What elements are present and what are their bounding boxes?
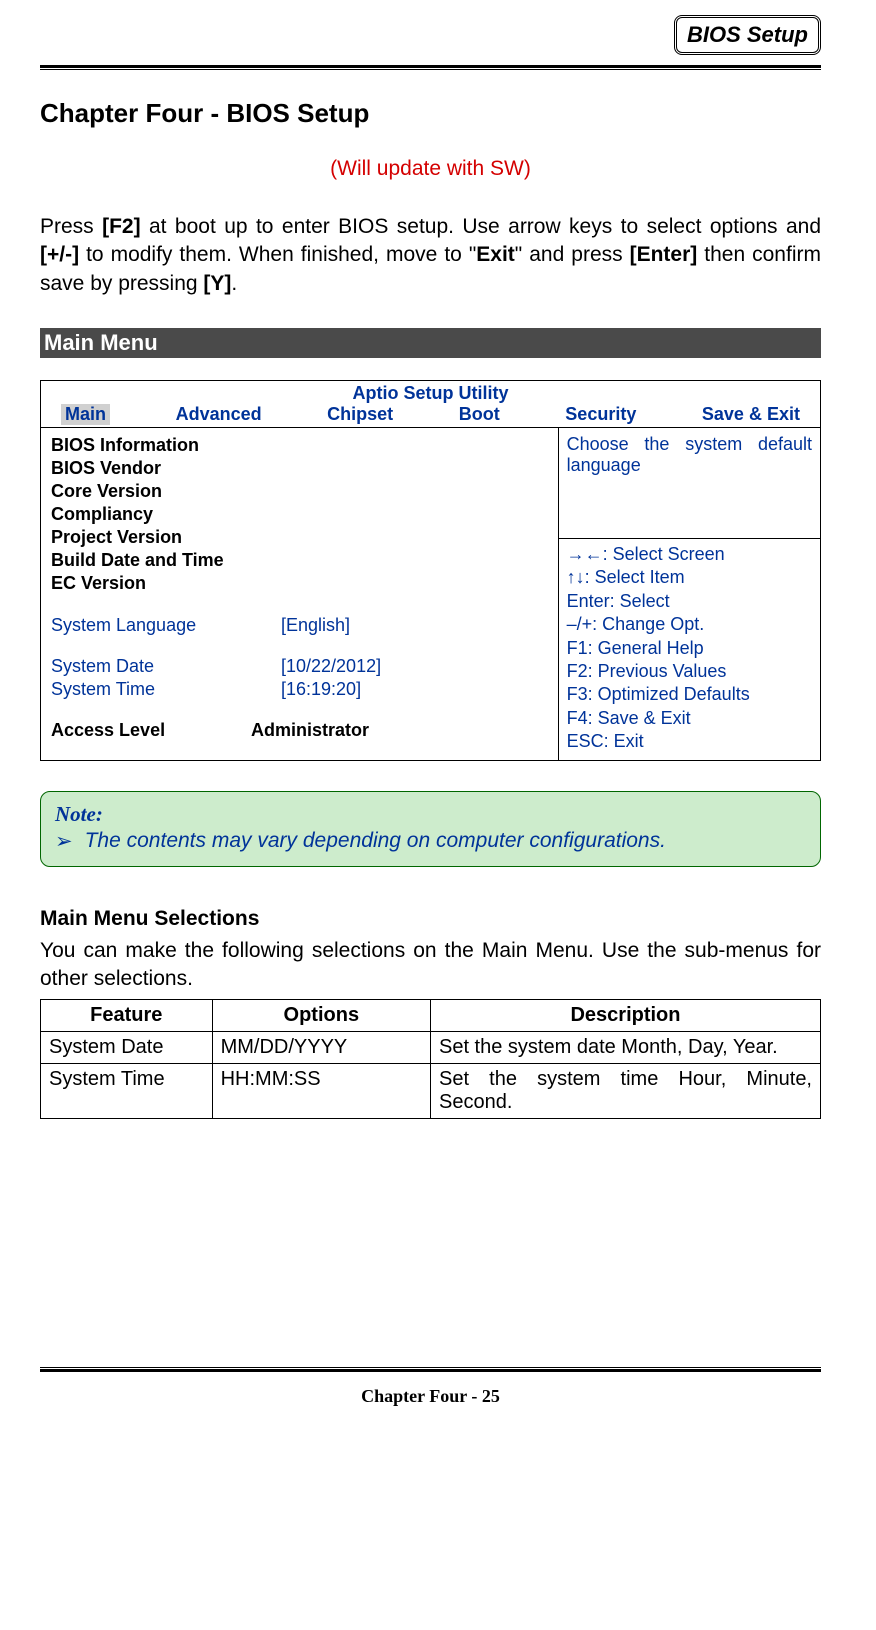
bios-field-date[interactable]: System Date [10/22/2012] bbox=[51, 656, 548, 677]
bios-info-list: BIOS Information BIOS Vendor Core Versio… bbox=[51, 434, 548, 595]
field-value: [10/22/2012] bbox=[281, 656, 381, 677]
field-label: System Date bbox=[51, 656, 281, 677]
chapter-title: Chapter Four - BIOS Setup bbox=[40, 98, 821, 129]
key-line: ↑↓: Select Item bbox=[567, 566, 812, 589]
update-note: (Will update with SW) bbox=[40, 157, 821, 181]
selections-heading: Main Menu Selections bbox=[40, 907, 821, 931]
bios-help-text: Choose the system default language bbox=[559, 428, 820, 538]
cell-description: Set the system date Month, Day, Year. bbox=[430, 1032, 820, 1064]
bios-info-line: Core Version bbox=[51, 480, 548, 503]
tab-main[interactable]: Main bbox=[61, 404, 110, 425]
bios-info-line: Project Version bbox=[51, 526, 548, 549]
cell-feature: System Date bbox=[41, 1032, 213, 1064]
table-header-row: Feature Options Description bbox=[41, 1000, 821, 1032]
bios-key-help: →←: Select Screen ↑↓: Select Item Enter:… bbox=[559, 538, 820, 760]
bios-info-line: Compliancy bbox=[51, 503, 548, 526]
bios-left-pane: BIOS Information BIOS Vendor Core Versio… bbox=[41, 428, 558, 760]
footer-rule bbox=[40, 1367, 821, 1372]
key-line: ESC: Exit bbox=[567, 730, 812, 753]
cell-options: HH:MM:SS bbox=[212, 1064, 430, 1119]
bios-field-time[interactable]: System Time [16:19:20] bbox=[51, 679, 548, 700]
table-row: System Date MM/DD/YYYY Set the system da… bbox=[41, 1032, 821, 1064]
bios-info-line: BIOS Information bbox=[51, 434, 548, 457]
tab-boot[interactable]: Boot bbox=[459, 404, 500, 425]
col-description: Description bbox=[430, 1000, 820, 1032]
key-line: Enter: Select bbox=[567, 590, 812, 613]
bios-field-language[interactable]: System Language [English] bbox=[51, 615, 548, 636]
key-line: –/+: Change Opt. bbox=[567, 613, 812, 636]
bios-right-pane: Choose the system default language →←: S… bbox=[558, 428, 820, 760]
chevron-right-icon: ➢ bbox=[55, 829, 73, 854]
cell-description: Set the system time Hour, Minute, Second… bbox=[430, 1064, 820, 1119]
key-line: →←: Select Screen bbox=[567, 543, 812, 566]
header-badge-row: BIOS Setup bbox=[40, 15, 821, 55]
col-feature: Feature bbox=[41, 1000, 213, 1032]
field-label: System Language bbox=[51, 615, 281, 636]
bios-info-line: EC Version bbox=[51, 572, 548, 595]
selections-table: Feature Options Description System Date … bbox=[40, 999, 821, 1119]
field-value: [English] bbox=[281, 615, 350, 636]
section-main-menu: Main Menu bbox=[40, 328, 821, 358]
bios-utility-title: Aptio Setup Utility bbox=[41, 381, 820, 404]
key-line: F4: Save & Exit bbox=[567, 707, 812, 730]
field-value: Administrator bbox=[251, 720, 369, 741]
note-box: Note: ➢ The contents may vary depending … bbox=[40, 791, 821, 867]
cell-options: MM/DD/YYYY bbox=[212, 1032, 430, 1064]
table-row: System Time HH:MM:SS Set the system time… bbox=[41, 1064, 821, 1119]
note-title: Note: bbox=[55, 802, 806, 827]
bios-tabs: Main Advanced Chipset Boot Security Save… bbox=[41, 404, 820, 428]
selections-intro: You can make the following selections on… bbox=[40, 937, 821, 994]
key-line: F1: General Help bbox=[567, 637, 812, 660]
field-value: [16:19:20] bbox=[281, 679, 361, 700]
field-label: System Time bbox=[51, 679, 281, 700]
header-rule bbox=[40, 65, 821, 70]
tab-chipset[interactable]: Chipset bbox=[327, 404, 393, 425]
page-footer: Chapter Four - 25 bbox=[40, 1386, 821, 1407]
tab-save-exit[interactable]: Save & Exit bbox=[702, 404, 800, 425]
note-text: The contents may vary depending on compu… bbox=[85, 829, 666, 853]
key-line: F3: Optimized Defaults bbox=[567, 683, 812, 706]
key-line: F2: Previous Values bbox=[567, 660, 812, 683]
field-label: Access Level bbox=[51, 720, 251, 741]
col-options: Options bbox=[212, 1000, 430, 1032]
tab-advanced[interactable]: Advanced bbox=[176, 404, 262, 425]
bios-screen: Aptio Setup Utility Main Advanced Chipse… bbox=[40, 380, 821, 761]
bios-field-access: Access Level Administrator bbox=[51, 720, 548, 741]
cell-feature: System Time bbox=[41, 1064, 213, 1119]
bios-info-line: Build Date and Time bbox=[51, 549, 548, 572]
intro-paragraph: Press [F2] at boot up to enter BIOS setu… bbox=[40, 213, 821, 298]
bios-info-line: BIOS Vendor bbox=[51, 457, 548, 480]
tab-security[interactable]: Security bbox=[565, 404, 636, 425]
header-badge: BIOS Setup bbox=[674, 15, 821, 55]
